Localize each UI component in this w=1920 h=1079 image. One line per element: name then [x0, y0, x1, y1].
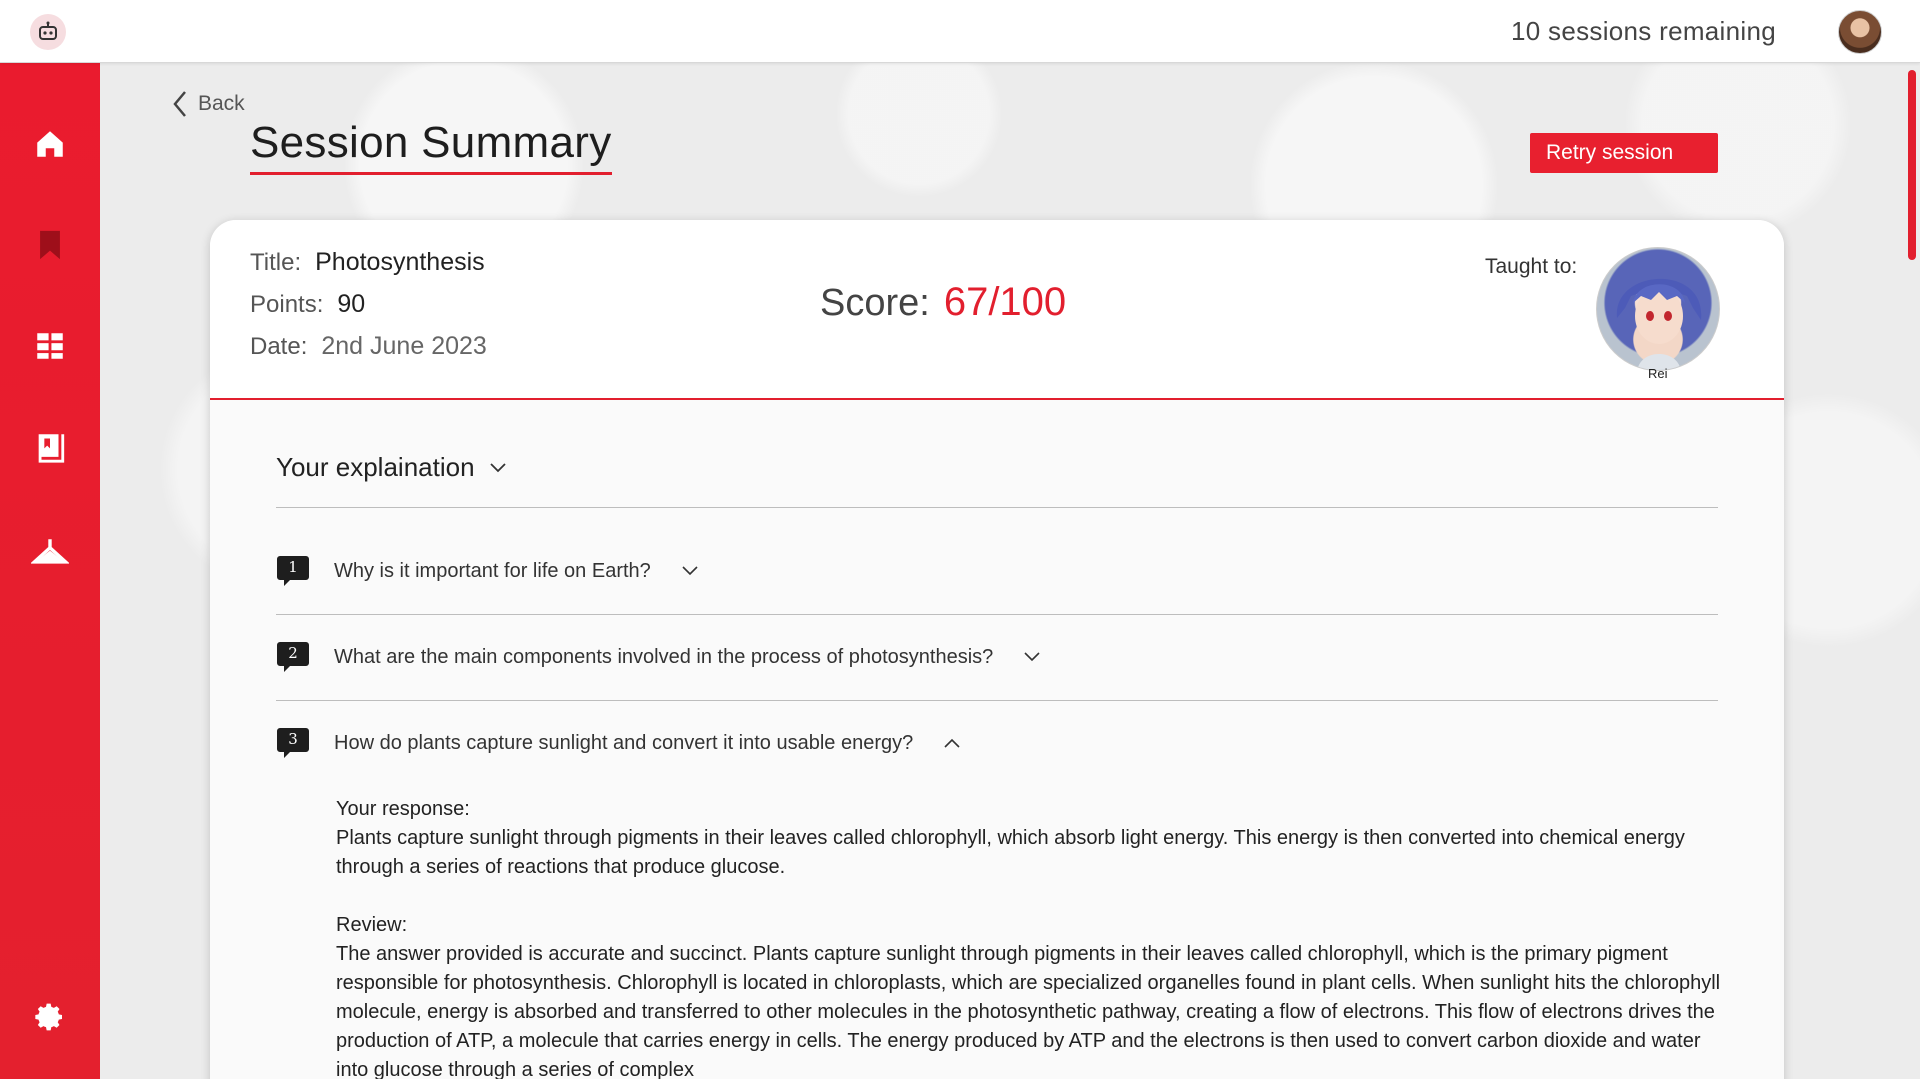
score-value: 67/100	[943, 280, 1067, 324]
gear-icon[interactable]	[28, 995, 72, 1039]
points-label: Points:	[250, 291, 324, 318]
chevron-down-icon	[489, 462, 506, 472]
bookmark-icon[interactable]	[28, 223, 72, 267]
question-text: Why is it important for life on Earth?	[334, 559, 651, 582]
sidebar	[0, 63, 100, 1079]
question-number: 2	[288, 644, 298, 662]
points-value: 90	[337, 290, 366, 318]
chevron-left-icon	[173, 91, 186, 117]
chevron-down-icon	[682, 566, 698, 576]
hanger-icon[interactable]	[28, 530, 72, 574]
review-text: The answer provided is accurate and succ…	[336, 943, 1721, 1079]
back-label: Back	[198, 92, 245, 115]
title-label: Title:	[250, 249, 302, 276]
score: Score: 67/100	[820, 280, 1066, 325]
robot-logo-icon[interactable]	[30, 14, 66, 50]
question-row[interactable]: 2 What are the main components involved …	[276, 640, 1041, 674]
page-title: Session Summary	[250, 118, 612, 175]
summary-header: Title: Photosynthesis Points: 90 Date: 2nd …	[210, 220, 1784, 400]
home-icon[interactable]	[28, 122, 72, 166]
student-name: Rei	[1648, 366, 1668, 381]
divider	[276, 614, 1718, 615]
taught-to-label: Taught to:	[1485, 255, 1578, 278]
chevron-up-icon	[944, 738, 960, 748]
date-row: Date: 2nd June 2023	[250, 332, 487, 361]
response-label: Your response:	[336, 798, 470, 820]
question-number-icon: 1	[276, 554, 310, 588]
back-button[interactable]: Back	[172, 90, 245, 118]
date-value: 2nd June 2023	[321, 332, 487, 360]
user-avatar[interactable]	[1838, 10, 1882, 54]
summary-card: Title: Photosynthesis Points: 90 Date: 2nd …	[210, 220, 1784, 1079]
title-value: Photosynthesis	[315, 248, 485, 276]
question-row[interactable]: 3 How do plants capture sunlight and con…	[276, 726, 961, 760]
student-avatar	[1596, 247, 1720, 371]
divider	[276, 507, 1718, 508]
scrollbar[interactable]	[1908, 70, 1916, 260]
chevron-down-icon	[1024, 652, 1040, 662]
answer-block: Your response: Plants capture sunlight t…	[336, 795, 1736, 1079]
explanation-heading: Your explaination	[276, 452, 475, 482]
question-number-icon: 2	[276, 640, 310, 674]
book-icon[interactable]	[28, 425, 72, 469]
retry-session-button[interactable]: Retry session	[1530, 133, 1718, 173]
sessions-remaining: 10 sessions remaining	[1511, 16, 1776, 46]
dashboard-icon[interactable]	[28, 324, 72, 368]
review-label: Review:	[336, 914, 408, 936]
question-text: How do plants capture sunlight and conve…	[334, 731, 914, 754]
score-label: Score:	[820, 282, 930, 324]
date-label: Date:	[250, 333, 308, 360]
question-number: 3	[288, 730, 298, 748]
title-row: Title: Photosynthesis	[250, 248, 485, 277]
points-row: Points: 90	[250, 290, 365, 319]
response-text: Plants capture sunlight through pigments…	[336, 827, 1685, 878]
explanation-toggle[interactable]: Your explaination	[276, 452, 507, 483]
divider	[276, 700, 1718, 701]
top-bar: 10 sessions remaining	[0, 0, 1920, 63]
question-row[interactable]: 1 Why is it important for life on Earth?	[276, 554, 699, 588]
question-text: What are the main components involved in…	[334, 645, 994, 668]
question-number-icon: 3	[276, 726, 310, 760]
question-number: 1	[288, 558, 298, 576]
